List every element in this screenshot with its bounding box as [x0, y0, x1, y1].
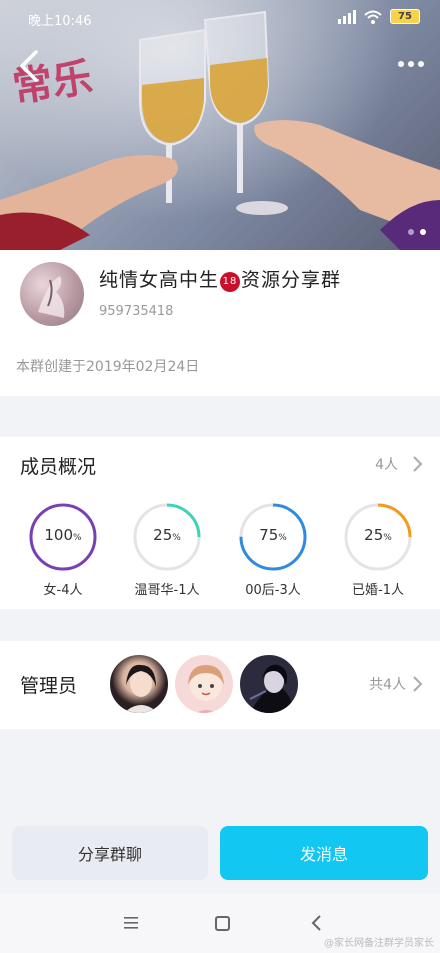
- stat-label: 女-4人: [43, 583, 83, 598]
- back-arrow-icon: [20, 50, 38, 82]
- group-name-part2: 资源分享群: [241, 269, 342, 291]
- chevron-right-icon: [413, 676, 423, 692]
- group-name: 纯情女高中生 18 资源分享群: [99, 265, 341, 292]
- chevron-right-icon: [413, 456, 423, 472]
- stat-label: 已婚-1人: [352, 583, 404, 598]
- wifi-icon: [364, 10, 382, 24]
- more-button[interactable]: [394, 52, 428, 76]
- group-avatar[interactable]: [20, 262, 84, 326]
- admins-section[interactable]: 管理员 共4人: [0, 641, 440, 729]
- stat-label: 温哥华-1人: [134, 583, 200, 598]
- stat-value: 25: [364, 526, 384, 544]
- more-dot-icon: [398, 61, 404, 67]
- menu-icon[interactable]: [124, 917, 138, 929]
- carousel-dot: [408, 229, 414, 235]
- admin-avatar-art: [123, 664, 159, 713]
- carousel-dot-active: [420, 229, 426, 235]
- action-bar: 分享群聊 发消息: [0, 813, 440, 893]
- stat-percent: 25%: [333, 526, 423, 544]
- stat-unit: %: [278, 533, 287, 543]
- group-avatar-art: [38, 276, 65, 318]
- admin-avatar-art: [249, 664, 296, 713]
- stat-female: 100% 女-4人: [18, 502, 108, 598]
- signal-icon: [338, 9, 356, 24]
- stat-value: 75: [259, 526, 279, 544]
- status-icons: 75: [338, 9, 420, 24]
- stat-married: 25% 已婚-1人: [333, 502, 423, 598]
- stat-post-00: 75% 00后-3人: [228, 502, 318, 598]
- stat-unit: %: [383, 533, 392, 543]
- age-18-badge: 18: [220, 272, 241, 292]
- admin-avatar-art: [188, 665, 224, 713]
- stat-value: 25: [153, 526, 173, 544]
- group-created-date: 本群创建于2019年02月24日: [16, 359, 200, 375]
- share-group-button[interactable]: 分享群聊: [12, 826, 208, 880]
- back-nav-icon[interactable]: [310, 914, 322, 932]
- stat-unit: %: [73, 533, 82, 543]
- members-title: 成员概况: [20, 456, 97, 478]
- watermark: @家长网备注群学员家长: [324, 938, 434, 949]
- stat-percent: 25%: [122, 526, 212, 544]
- admins-count: 共4人: [369, 677, 406, 693]
- group-name-part1: 纯情女高中生: [99, 269, 220, 291]
- group-id: 959735418: [99, 304, 174, 319]
- members-count: 4人: [375, 457, 398, 473]
- back-button[interactable]: [14, 46, 48, 86]
- admin-avatar[interactable]: [238, 653, 300, 715]
- stat-percent: 75%: [228, 526, 318, 544]
- status-bar: 晚上10:46 75: [0, 0, 440, 40]
- admin-avatar[interactable]: [108, 653, 170, 715]
- admin-avatar[interactable]: [173, 653, 235, 715]
- battery-icon: 75: [390, 9, 420, 24]
- members-overview[interactable]: 成员概况 4人 100% 女-4人 25% 温哥华-1人 75% 00后-3人: [0, 437, 440, 609]
- group-info-card: 纯情女高中生 18 资源分享群 959735418 本群创建于2019年02月24日: [0, 250, 440, 396]
- stat-percent: 100%: [18, 526, 108, 544]
- stat-vancouver: 25% 温哥华-1人: [122, 502, 212, 598]
- stat-label: 00后-3人: [245, 583, 301, 598]
- more-dot-icon: [418, 61, 424, 67]
- admins-title: 管理员: [20, 675, 78, 697]
- more-dot-icon: [408, 61, 414, 67]
- carousel-indicator: [408, 229, 426, 235]
- send-message-button[interactable]: 发消息: [220, 826, 428, 880]
- stat-unit: %: [172, 533, 181, 543]
- status-time: 晚上10:46: [28, 14, 92, 29]
- home-icon[interactable]: [215, 916, 230, 931]
- stat-value: 100: [44, 526, 74, 544]
